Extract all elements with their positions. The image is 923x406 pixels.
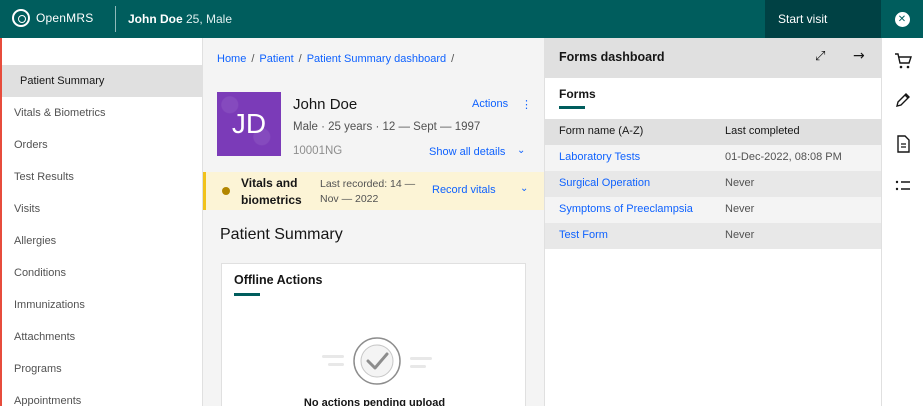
- patient-name: John Doe: [293, 96, 358, 113]
- chevron-down-icon: ⌄: [517, 145, 526, 156]
- column-header-last-completed[interactable]: Last completed: [725, 125, 800, 137]
- close-patient-button[interactable]: ✕: [881, 0, 923, 38]
- tab-forms[interactable]: Forms: [559, 87, 596, 101]
- nav-item-conditions[interactable]: Conditions: [2, 257, 202, 289]
- empty-state-text: No actions pending upload: [303, 397, 446, 406]
- top-navigation-bar: OpenMRS John Doe 25, Male Start visit ✕: [0, 0, 923, 38]
- action-rail: [881, 38, 923, 406]
- nav-item-appointments[interactable]: Appointments: [2, 385, 202, 406]
- nav-item-attachments[interactable]: Attachments: [2, 321, 202, 353]
- maximize-icon[interactable]: ⤢: [815, 49, 825, 64]
- chevron-down-icon[interactable]: ⌄: [520, 183, 528, 194]
- last-completed-value: 01-Dec-2022, 08:08 PM: [725, 151, 842, 163]
- nav-item-patient-summary[interactable]: Patient Summary: [2, 65, 202, 97]
- last-completed-value: Never: [725, 203, 755, 215]
- forms-dashboard-panel: Forms dashboard ⤢ → Forms Form name (A-Z…: [544, 38, 882, 406]
- checkmark-icon: [322, 337, 432, 385]
- nav-item-vitals-biometrics[interactable]: Vitals & Biometrics: [2, 97, 202, 129]
- record-vitals-button[interactable]: Record vitals: [432, 184, 496, 196]
- breadcrumb-home-link[interactable]: Home: [217, 53, 246, 65]
- form-link[interactable]: Laboratory Tests: [559, 151, 640, 163]
- nav-item-test-results[interactable]: Test Results: [2, 161, 202, 193]
- start-visit-button[interactable]: Start visit: [765, 0, 881, 38]
- vitals-last-recorded: Last recorded: 14 — Nov — 2022: [320, 178, 416, 205]
- overflow-menu-icon[interactable]: ⋮: [521, 98, 532, 111]
- panel-title: Forms dashboard: [559, 50, 665, 64]
- list-icon[interactable]: [893, 176, 913, 196]
- card-title: Offline Actions: [234, 273, 323, 287]
- nav-item-immunizations[interactable]: Immunizations: [2, 289, 202, 321]
- column-header-form-name[interactable]: Form name (A-Z): [559, 125, 643, 137]
- pen-icon[interactable]: [893, 90, 913, 110]
- page-title: Patient Summary: [220, 226, 343, 243]
- header-patient-meta: 25, Male: [186, 12, 233, 26]
- last-completed-value: Never: [725, 229, 755, 241]
- vitals-title: Vitals and biometrics: [241, 176, 302, 207]
- forms-panel-header: Forms dashboard ⤢ →: [545, 38, 882, 78]
- header-divider: [115, 6, 116, 32]
- breadcrumb-separator: /: [251, 53, 255, 65]
- form-link[interactable]: Symptoms of Preeclampsia: [559, 203, 693, 215]
- document-icon[interactable]: [893, 134, 913, 154]
- tab-underline: [559, 106, 585, 109]
- nav-item-orders[interactable]: Orders: [2, 129, 202, 161]
- offline-actions-card: Offline Actions No actions pending uploa…: [221, 263, 526, 406]
- left-navigation: Patient Summary Vitals & Biometrics Orde…: [0, 38, 202, 406]
- table-row[interactable]: Laboratory Tests 01-Dec-2022, 08:08 PM: [545, 145, 882, 171]
- breadcrumb-patient-link[interactable]: Patient: [259, 53, 293, 65]
- table-row[interactable]: Symptoms of Preeclampsia Never: [545, 197, 882, 223]
- vitals-header: Vitals and biometrics Last recorded: 14 …: [203, 172, 545, 210]
- breadcrumb-separator: /: [451, 53, 455, 65]
- breadcrumb-dashboard-link[interactable]: Patient Summary dashboard: [307, 53, 446, 65]
- table-header-row: Form name (A-Z) Last completed: [545, 119, 882, 145]
- forms-table: Form name (A-Z) Last completed Laborator…: [545, 119, 882, 249]
- breadcrumb-separator: /: [298, 53, 302, 65]
- header-patient-name: John Doe: [128, 12, 183, 26]
- patient-avatar: JD: [217, 92, 281, 156]
- table-row[interactable]: Surgical Operation Never: [545, 171, 882, 197]
- patient-demographics: Male · 25 years · 12 — Sept — 1997: [293, 121, 481, 133]
- show-all-details-button[interactable]: Show all details: [429, 146, 505, 158]
- actions-button[interactable]: Actions: [472, 98, 508, 110]
- openmrs-logo[interactable]: OpenMRS: [12, 9, 93, 27]
- shopping-cart-icon[interactable]: [893, 51, 913, 71]
- warning-icon: [222, 187, 230, 195]
- openmrs-logo-icon: [12, 9, 30, 27]
- patient-identifier: 10001NG: [293, 145, 343, 157]
- logo-text: OpenMRS: [36, 11, 94, 25]
- nav-item-allergies[interactable]: Allergies: [2, 225, 202, 257]
- patient-chart-main: Home / Patient / Patient Summary dashboard / …: [202, 38, 545, 406]
- nav-item-visits[interactable]: Visits: [2, 193, 202, 225]
- card-title-underline: [234, 293, 260, 296]
- table-row[interactable]: Test Form Never: [545, 223, 882, 249]
- breadcrumb: Home / Patient / Patient Summary dashboard /: [217, 53, 459, 65]
- form-link[interactable]: Test Form: [559, 229, 608, 241]
- close-icon: ✕: [894, 11, 910, 27]
- last-completed-value: Never: [725, 177, 755, 189]
- patient-banner: JD John Doe Male · 25 years · 12 — Sept …: [203, 88, 545, 172]
- arrow-right-icon[interactable]: →: [853, 48, 865, 64]
- nav-item-programs[interactable]: Programs: [2, 353, 202, 385]
- form-link[interactable]: Surgical Operation: [559, 177, 650, 189]
